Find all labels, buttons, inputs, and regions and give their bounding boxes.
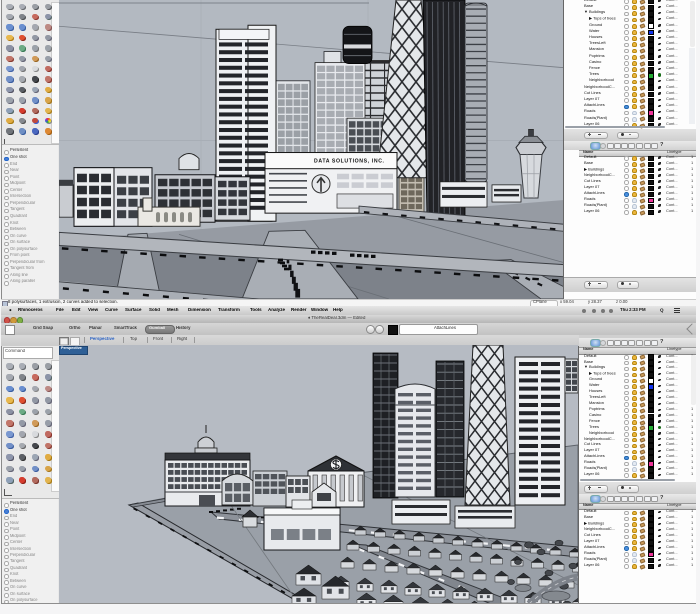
svg-text:DATA SOLUTIONS, INC.: DATA SOLUTIONS, INC. (314, 159, 385, 165)
